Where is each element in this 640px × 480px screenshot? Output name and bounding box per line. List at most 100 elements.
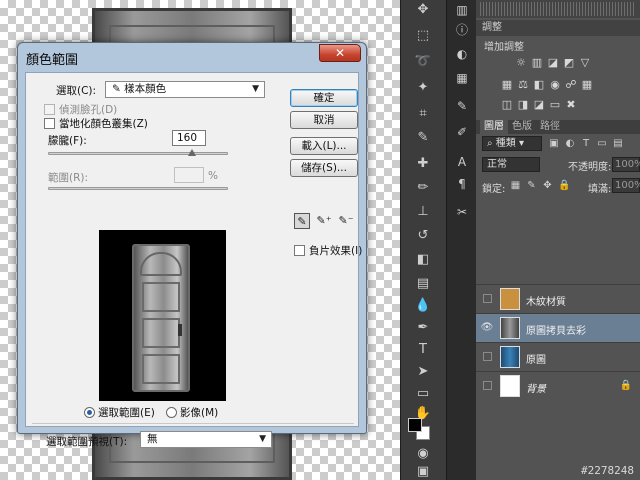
lock-transparent-icon[interactable]: ▦ bbox=[510, 180, 521, 192]
range-slider[interactable] bbox=[48, 187, 228, 190]
hue-saturation-icon[interactable]: ▦ bbox=[500, 78, 514, 92]
fuzziness-input[interactable]: 160 bbox=[172, 130, 206, 146]
tab-paths[interactable]: 路徑 bbox=[536, 120, 564, 134]
type-filter-icon[interactable]: T bbox=[580, 138, 592, 150]
chevron-down-icon: ▼ bbox=[259, 434, 266, 444]
tab-channels[interactable]: 色版 bbox=[508, 120, 536, 134]
vibrance-icon[interactable]: ▽ bbox=[578, 56, 592, 70]
histogram-strip bbox=[476, 0, 640, 18]
layer-row[interactable]: 木紋材質 bbox=[476, 284, 640, 313]
character-panel-icon[interactable]: A bbox=[454, 154, 470, 170]
screen-mode-icon[interactable]: ▣ bbox=[412, 462, 434, 480]
gradient-tool-icon[interactable]: ▤ bbox=[412, 274, 434, 294]
visibility-toggle[interactable] bbox=[483, 381, 492, 390]
shape-filter-icon[interactable]: ▭ bbox=[596, 138, 608, 150]
layer-thumbnail bbox=[500, 375, 520, 397]
visibility-toggle[interactable] bbox=[483, 352, 492, 361]
tab-layers[interactable]: 圖層 bbox=[480, 120, 508, 134]
exposure-icon[interactable]: ◩ bbox=[562, 56, 576, 70]
layer-kind-filter[interactable]: ⌕ 種類 ▾ bbox=[482, 136, 542, 151]
ok-button[interactable]: 確定 bbox=[290, 89, 358, 107]
levels-icon[interactable]: ▥ bbox=[530, 56, 544, 70]
magic-wand-icon[interactable]: ✦ bbox=[412, 78, 434, 98]
brush-panel-icon[interactable]: ✎ bbox=[454, 98, 470, 114]
opacity-input[interactable]: 100% bbox=[612, 157, 640, 172]
dialog-title: 顏色範圍 bbox=[26, 53, 79, 68]
invert-checkbox[interactable] bbox=[294, 245, 305, 256]
brush-tool-icon[interactable]: ✏ bbox=[412, 178, 434, 198]
detect-faces-checkbox[interactable] bbox=[44, 104, 55, 115]
image-radio-label: 影像(M) bbox=[180, 407, 219, 419]
eraser-tool-icon[interactable]: ◧ bbox=[412, 250, 434, 270]
curves-icon[interactable]: ◪ bbox=[546, 56, 560, 70]
channel-mixer-icon[interactable]: ☍ bbox=[564, 78, 578, 92]
cancel-button[interactable]: 取消 bbox=[290, 111, 358, 129]
marquee-tool-icon[interactable]: ⬚ bbox=[412, 26, 434, 46]
load-button[interactable]: 載入(L)... bbox=[290, 137, 358, 155]
blend-mode-value: 正常 bbox=[487, 159, 507, 170]
path-select-icon[interactable]: ➤ bbox=[412, 362, 434, 382]
lasso-tool-icon[interactable]: ➰ bbox=[412, 52, 434, 72]
eyedropper-plus-icon[interactable]: ✎⁺ bbox=[316, 213, 332, 229]
swatches-panel-icon[interactable]: ▦ bbox=[454, 70, 470, 86]
dialog-separator bbox=[32, 423, 354, 424]
layer-row-selected[interactable]: 👁 原圖拷貝去彩 bbox=[476, 313, 640, 342]
threshold-icon[interactable]: ◪ bbox=[532, 98, 546, 112]
lock-all-icon[interactable]: 🔒 bbox=[558, 180, 570, 192]
brush-presets-icon[interactable]: ✐ bbox=[454, 124, 470, 140]
fuzziness-slider[interactable] bbox=[48, 152, 228, 155]
right-panels: 調整 增加調整 ☼ ▥ ◪ ◩ ▽ ▦ ⚖ ◧ ◉ ☍ ▦ ◫ ◨ ◪ ▭ ✖ … bbox=[476, 0, 640, 480]
pixel-filter-icon[interactable]: ▣ bbox=[548, 138, 560, 150]
paragraph-panel-icon[interactable]: ¶ bbox=[454, 176, 470, 192]
selective-color-icon[interactable]: ✖ bbox=[564, 98, 578, 112]
visibility-toggle[interactable] bbox=[483, 294, 492, 303]
eyedropper-tool-icon[interactable]: ✎ bbox=[412, 128, 434, 148]
selection-preview-select[interactable]: 無 ▼ bbox=[140, 431, 272, 448]
tool-presets-icon[interactable]: ✂ bbox=[454, 204, 470, 220]
selection-preview bbox=[99, 230, 226, 401]
type-tool-icon[interactable]: T bbox=[412, 340, 434, 360]
close-button[interactable]: ✕ bbox=[319, 44, 361, 62]
photo-filter-icon[interactable]: ◉ bbox=[548, 78, 562, 92]
layer-row[interactable]: 原圖 bbox=[476, 342, 640, 371]
eyedropper-minus-icon[interactable]: ✎⁻ bbox=[338, 213, 354, 229]
save-button[interactable]: 儲存(S)... bbox=[290, 159, 358, 177]
adjustments-tab[interactable]: 調整 bbox=[476, 20, 640, 36]
fill-input[interactable]: 100% bbox=[612, 178, 640, 193]
history-brush-icon[interactable]: ↺ bbox=[412, 226, 434, 246]
black-white-icon[interactable]: ◧ bbox=[532, 78, 546, 92]
quick-mask-icon[interactable]: ◉ bbox=[412, 444, 434, 464]
select-dropdown[interactable]: ✎ 樣本顏色 ▼ bbox=[105, 81, 265, 98]
lock-image-icon[interactable]: ✎ bbox=[526, 180, 537, 192]
crop-tool-icon[interactable]: ⌗ bbox=[412, 104, 434, 124]
brightness-icon[interactable]: ☼ bbox=[514, 56, 528, 70]
selection-radio[interactable] bbox=[84, 407, 95, 418]
eyedropper-icon[interactable]: ✎ bbox=[294, 213, 310, 229]
color-lookup-icon[interactable]: ▦ bbox=[580, 78, 594, 92]
gradient-map-icon[interactable]: ▭ bbox=[548, 98, 562, 112]
color-balance-icon[interactable]: ⚖ bbox=[516, 78, 530, 92]
pen-tool-icon[interactable]: ✒ bbox=[412, 318, 434, 338]
range-input[interactable] bbox=[174, 167, 204, 183]
layer-row[interactable]: 背景 🔒 bbox=[476, 371, 640, 400]
shape-tool-icon[interactable]: ▭ bbox=[412, 384, 434, 404]
fuzziness-slider-thumb[interactable] bbox=[188, 149, 196, 156]
image-radio[interactable] bbox=[166, 407, 177, 418]
invert-icon[interactable]: ◫ bbox=[500, 98, 514, 112]
stamp-tool-icon[interactable]: ⊥ bbox=[412, 202, 434, 222]
lock-position-icon[interactable]: ✥ bbox=[542, 180, 553, 192]
info-panel-icon[interactable]: ⓘ bbox=[454, 22, 470, 38]
foreground-color-swatch[interactable] bbox=[408, 418, 422, 432]
move-tool-icon[interactable]: ✥ bbox=[412, 0, 434, 20]
layer-thumbnail bbox=[500, 346, 520, 368]
healing-tool-icon[interactable]: ✚ bbox=[412, 154, 434, 174]
histogram-panel-icon[interactable]: ▥ bbox=[454, 2, 470, 18]
localized-clusters-checkbox[interactable] bbox=[44, 118, 55, 129]
eye-icon[interactable]: 👁 bbox=[480, 321, 494, 335]
color-panel-icon[interactable]: ◐ bbox=[454, 46, 470, 62]
blur-tool-icon[interactable]: 💧 bbox=[412, 296, 434, 316]
blend-mode-select[interactable]: 正常 bbox=[482, 157, 540, 172]
smart-object-filter-icon[interactable]: ▤ bbox=[612, 138, 624, 150]
posterize-icon[interactable]: ◨ bbox=[516, 98, 530, 112]
adjustment-filter-icon[interactable]: ◐ bbox=[564, 138, 576, 150]
